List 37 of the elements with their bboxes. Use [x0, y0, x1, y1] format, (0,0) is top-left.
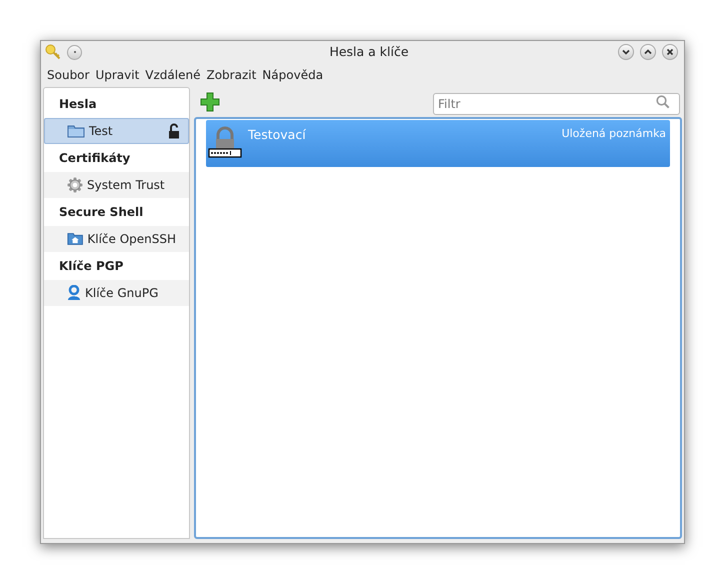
- sidebar-item[interactable]: Klíče GnuPG: [44, 280, 189, 306]
- password-lock-icon: [208, 126, 242, 158]
- sidebar-item-label: System Trust: [87, 177, 165, 194]
- chevron-up-icon: [644, 48, 652, 56]
- plus-icon: [199, 91, 221, 113]
- menu-item[interactable]: Soubor: [44, 66, 92, 84]
- minimize-button[interactable]: [618, 44, 634, 60]
- sidebar-item-label: Klíče GnuPG: [85, 285, 158, 302]
- close-button[interactable]: [662, 44, 678, 60]
- folder-icon: [67, 124, 85, 138]
- close-icon: [666, 48, 674, 56]
- sidebar-heading: Klíče PGP: [58, 258, 124, 275]
- key-icon: [45, 44, 61, 60]
- sidebar-heading: Secure Shell: [58, 204, 144, 221]
- sidebar-heading: Hesla: [58, 96, 98, 113]
- gear-icon: [67, 177, 83, 193]
- search-field[interactable]: Filtr: [433, 93, 680, 115]
- add-button[interactable]: [198, 90, 222, 114]
- sidebar-item[interactable]: System Trust: [44, 172, 189, 198]
- maximize-button[interactable]: [640, 44, 656, 60]
- menu-item[interactable]: Upravit: [92, 66, 142, 84]
- item-name: Testovací: [248, 126, 306, 144]
- person-key-icon: [67, 285, 81, 301]
- window-title: Hesla a klíče: [329, 42, 409, 61]
- sidebar-item-label: Klíče OpenSSH: [87, 231, 176, 248]
- chevron-down-icon: [622, 48, 630, 56]
- menu-item[interactable]: Zobrazit: [203, 66, 260, 84]
- sidebar-item-label: Test: [89, 123, 113, 140]
- sidebar-heading: Certifikáty: [58, 150, 132, 167]
- unlocked-lock-icon[interactable]: [168, 123, 180, 139]
- menu-item[interactable]: Vzdálené: [142, 66, 204, 84]
- search-icon: [656, 95, 670, 109]
- sidebar-item[interactable]: Test: [44, 118, 189, 144]
- menu-item[interactable]: Nápověda: [259, 66, 326, 84]
- home-folder-icon: [67, 232, 84, 246]
- sidebar-item[interactable]: Klíče OpenSSH: [44, 226, 189, 252]
- item-type: Uložená poznámka: [562, 126, 666, 142]
